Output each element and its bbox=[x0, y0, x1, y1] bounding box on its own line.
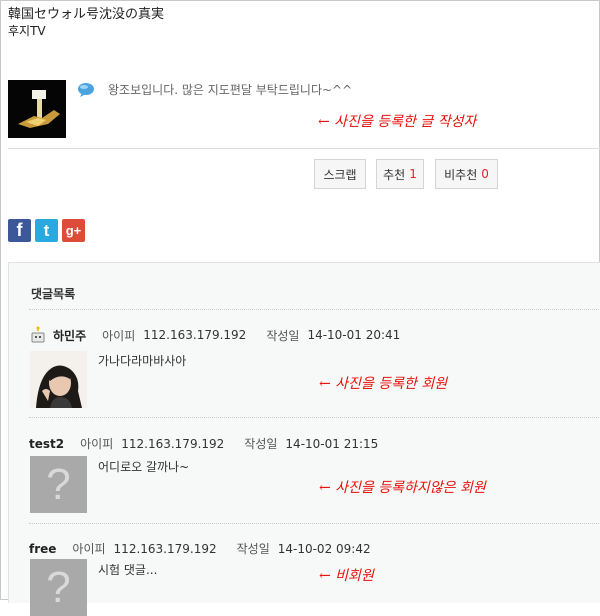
scrap-button[interactable]: 스크랩 bbox=[314, 159, 366, 189]
date-label: 작성일 bbox=[266, 328, 300, 343]
date-label: 작성일 bbox=[236, 542, 270, 556]
comment-text: 가나다라마바사아 bbox=[98, 354, 187, 368]
comment-nickname[interactable]: test2 bbox=[29, 437, 64, 451]
date-label: 작성일 bbox=[244, 437, 278, 451]
default-avatar-icon: ? bbox=[30, 559, 87, 616]
comment-meta: free 아이피 112.163.179.192 작성일 14-10-02 09… bbox=[29, 540, 391, 557]
googleplus-share-icon[interactable]: g+ bbox=[62, 219, 85, 242]
post-body: 왕조보입니다. 많은 지도편달 부탁드립니다~^^ bbox=[108, 83, 353, 97]
not-recommend-label: 비추천 bbox=[444, 167, 478, 182]
comment-separator bbox=[29, 417, 600, 418]
ip-label: 아이피 bbox=[80, 437, 114, 451]
comment-list: 댓글목록 하민주 아이피 112.163.179.192 작성일 14-10-0… bbox=[8, 262, 600, 616]
member-level-icon bbox=[29, 326, 47, 344]
ip-label: 아이피 bbox=[72, 542, 106, 556]
comment-nickname[interactable]: 하민주 bbox=[53, 327, 86, 344]
facebook-share-icon[interactable]: f bbox=[8, 219, 31, 242]
comment-ip: 112.163.179.192 bbox=[143, 328, 247, 342]
comment-date: 14-10-01 21:15 bbox=[285, 436, 379, 451]
comment-separator bbox=[29, 523, 600, 524]
comment-date: 14-10-02 09:42 bbox=[277, 541, 371, 556]
divider bbox=[8, 148, 600, 149]
annotation-post-author: ← 사진을 등록한 글 작성자 bbox=[318, 114, 477, 130]
scrap-label: 스크랩 bbox=[323, 167, 357, 182]
recommend-count: 1 bbox=[409, 167, 417, 181]
comment-list-heading: 댓글목록 bbox=[31, 287, 76, 301]
comment-text: 어디로오 갈까나~ bbox=[98, 460, 190, 474]
comment-meta: test2 아이피 112.163.179.192 작성일 14-10-01 2… bbox=[29, 435, 398, 452]
member-photo bbox=[30, 351, 87, 408]
comment-text: 시험 댓글... bbox=[98, 563, 158, 577]
post-subtitle: 후지TV bbox=[8, 24, 46, 38]
comment-ip: 112.163.179.192 bbox=[121, 436, 225, 451]
comment-meta: 하민주 아이피 112.163.179.192 작성일 14-10-01 20:… bbox=[29, 326, 420, 344]
comment-separator bbox=[29, 309, 600, 310]
annotation-photo-member: ← 사진을 등록한 회원 bbox=[319, 376, 448, 392]
annotation-non-member: ← 비회원 bbox=[319, 568, 374, 584]
default-avatar-icon: ? bbox=[30, 456, 87, 513]
not-recommend-button[interactable]: 비추천 0 bbox=[435, 159, 498, 189]
comment-ip: 112.163.179.192 bbox=[113, 541, 217, 556]
twitter-share-icon[interactable]: t bbox=[35, 219, 58, 242]
not-recommend-count: 0 bbox=[481, 167, 489, 181]
recommend-button[interactable]: 추천 1 bbox=[376, 159, 424, 189]
comment-nickname[interactable]: free bbox=[29, 542, 56, 556]
comment-date: 14-10-01 20:41 bbox=[307, 328, 401, 342]
recommend-label: 추천 bbox=[383, 167, 406, 182]
annotation-no-photo-member: ← 사진을 등록하지않은 회원 bbox=[319, 480, 486, 496]
post-title: 韓国セウォル号沈没の真実 bbox=[8, 7, 165, 22]
speech-bubble-icon bbox=[77, 82, 95, 98]
ip-label: 아이피 bbox=[102, 328, 136, 343]
author-photo[interactable] bbox=[8, 80, 66, 138]
